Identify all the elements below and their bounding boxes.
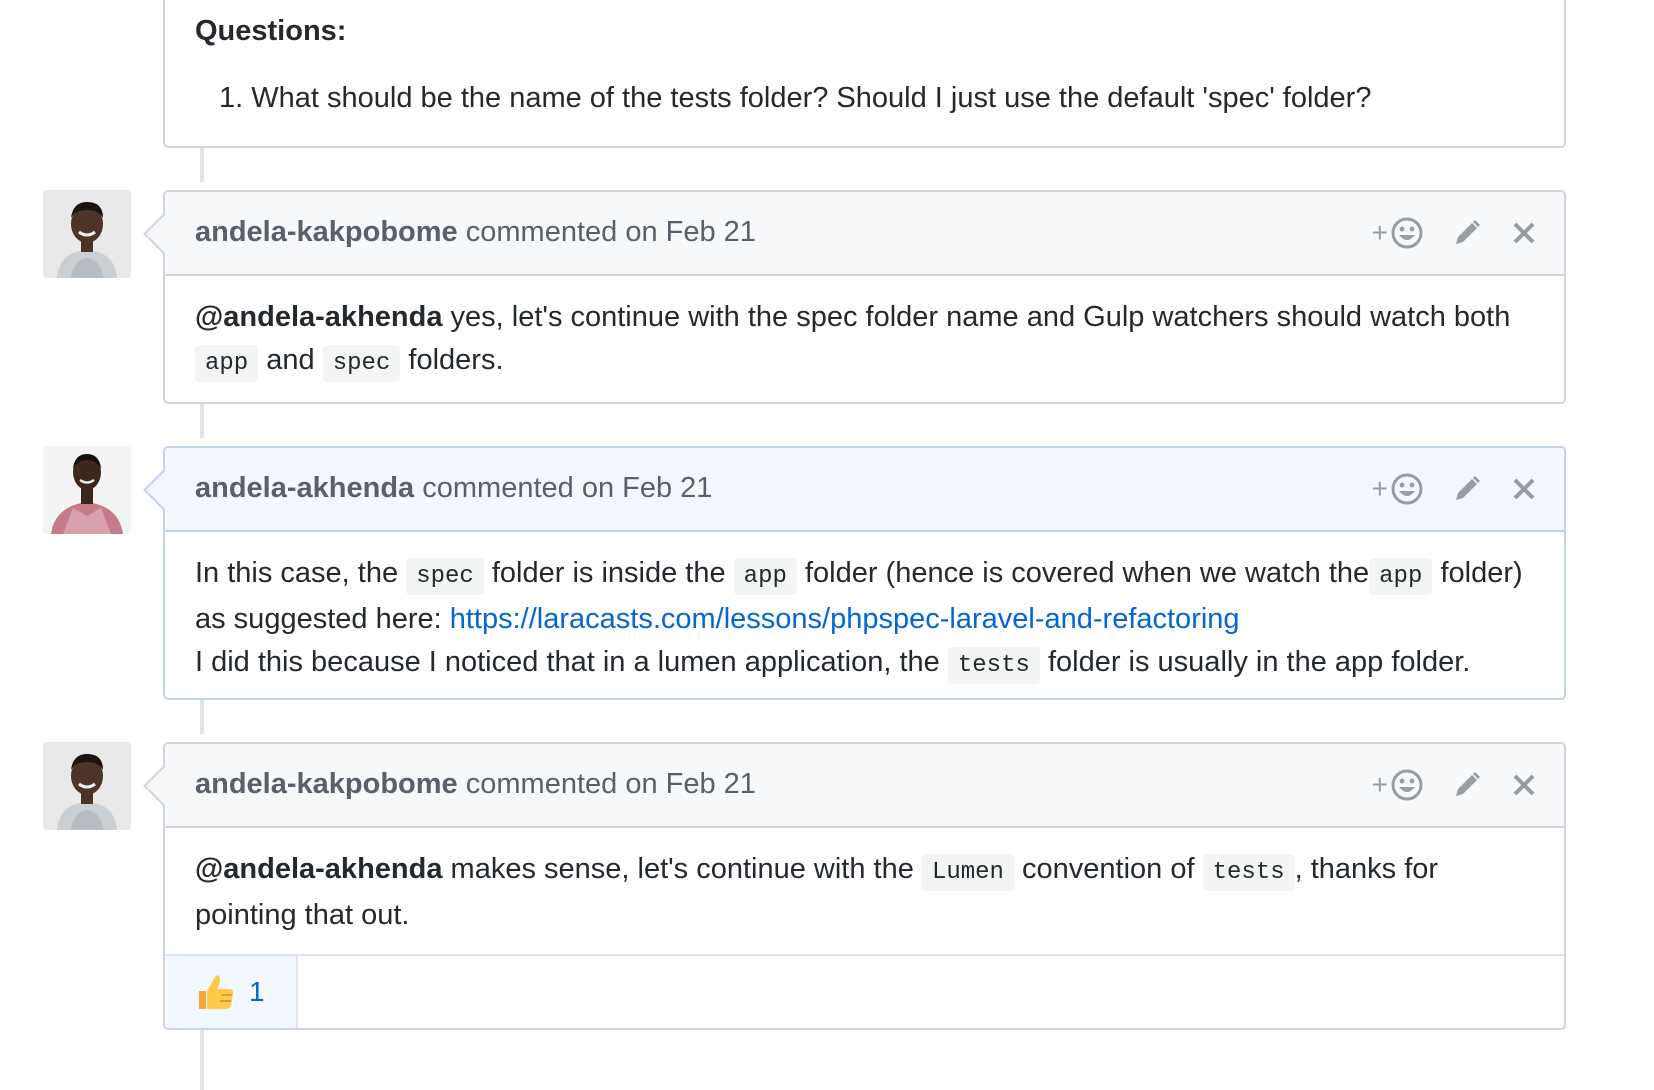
user-mention-link[interactable]: @andela-akhenda bbox=[195, 853, 442, 885]
timeline-connector bbox=[200, 148, 204, 182]
delete-comment-button[interactable] bbox=[1512, 221, 1536, 245]
comment-box-self: andela-akhenda commented on Feb 21 + In … bbox=[143, 446, 1566, 700]
inline-code: Lumen bbox=[921, 854, 1014, 891]
comment-text: folder is inside the bbox=[491, 557, 726, 589]
questions-heading: Questions: bbox=[195, 15, 347, 47]
comment-actions: + bbox=[1372, 764, 1536, 806]
comment-author-link[interactable]: andela-akhenda bbox=[195, 472, 414, 504]
comment-text: yes, let's continue with the spec folder… bbox=[450, 301, 1511, 333]
add-reaction-button[interactable]: + bbox=[1372, 472, 1424, 506]
pencil-icon bbox=[1456, 220, 1480, 244]
list-number: 1. bbox=[219, 82, 244, 114]
reaction-count: 1 bbox=[249, 976, 265, 1007]
comment-header-text: andela-akhenda commented on Feb 21 bbox=[195, 472, 712, 505]
delete-comment-button[interactable] bbox=[1512, 773, 1536, 797]
inline-code: spec bbox=[406, 558, 484, 595]
user-mention-link[interactable]: @andela-akhenda bbox=[195, 301, 442, 333]
question-text: What should be the name of the tests fol… bbox=[251, 82, 1372, 114]
pencil-icon bbox=[1456, 476, 1480, 500]
edit-comment-button[interactable] bbox=[1452, 218, 1482, 248]
comment-text: makes sense, let's continue with the bbox=[450, 853, 914, 885]
smiley-icon bbox=[1391, 217, 1423, 249]
comment-box-previous: Questions: 1. What should be the name of… bbox=[163, 0, 1566, 148]
comment-actions: + bbox=[1372, 212, 1536, 254]
comment-box: andela-kakpobome commented on Feb 21 + @… bbox=[143, 190, 1566, 404]
inline-code: app bbox=[733, 558, 797, 595]
smiley-icon bbox=[1391, 769, 1423, 801]
comment-text: folders. bbox=[408, 344, 504, 376]
comment-box: andela-kakpobome commented on Feb 21 + @… bbox=[143, 742, 1566, 1030]
smiley-icon bbox=[1391, 473, 1423, 505]
question-list-item: 1. What should be the name of the tests … bbox=[195, 77, 1534, 120]
comment-text: folder (hence is covered when we watch t… bbox=[804, 557, 1370, 589]
timeline-connector bbox=[200, 700, 204, 734]
x-icon bbox=[1513, 774, 1535, 796]
comment-header: andela-kakpobome commented on Feb 21 + bbox=[165, 744, 1564, 828]
avatar[interactable] bbox=[43, 742, 131, 830]
comment-header: andela-akhenda commented on Feb 21 + bbox=[165, 448, 1564, 532]
inline-code: spec bbox=[322, 345, 401, 382]
inline-code: app bbox=[195, 345, 259, 382]
timeline-connector bbox=[200, 1026, 204, 1090]
comment-body: Questions: 1. What should be the name of… bbox=[195, 10, 1534, 120]
add-reaction-button[interactable]: + bbox=[1372, 216, 1424, 250]
comment-timestamp[interactable]: commented on Feb 21 bbox=[422, 472, 712, 504]
inline-code: tests bbox=[1202, 854, 1295, 891]
comment-timestamp[interactable]: commented on Feb 21 bbox=[466, 216, 756, 248]
comment-header: andela-kakpobome commented on Feb 21 + bbox=[165, 192, 1564, 276]
thumbs-up-icon bbox=[199, 975, 234, 1009]
x-icon bbox=[1513, 222, 1535, 244]
comment-text: I did this because I noticed that in a l… bbox=[195, 646, 940, 678]
timeline-connector bbox=[200, 404, 204, 438]
comment-text: and bbox=[266, 344, 315, 376]
comment-actions: + bbox=[1372, 468, 1536, 510]
avatar[interactable] bbox=[43, 446, 131, 534]
comment-author-link[interactable]: andela-kakpobome bbox=[195, 768, 458, 800]
edit-comment-button[interactable] bbox=[1452, 474, 1482, 504]
comment-timestamp[interactable]: commented on Feb 21 bbox=[466, 768, 756, 800]
pencil-icon bbox=[1456, 772, 1480, 796]
comment-text: folder is usually in the app folder. bbox=[1047, 646, 1471, 678]
reactions-bar: 1 bbox=[165, 954, 1564, 1028]
inline-code: app bbox=[1369, 558, 1433, 595]
add-reaction-button[interactable]: + bbox=[1372, 768, 1424, 802]
external-link[interactable]: https://laracasts.com/lessons/phpspec-la… bbox=[450, 603, 1240, 635]
comment-body: In this case, the spec folder is inside … bbox=[195, 552, 1534, 687]
comment-text: convention of bbox=[1022, 853, 1195, 885]
comment-body: @andela-akhenda makes sense, let's conti… bbox=[195, 848, 1534, 937]
comment-body: @andela-akhenda yes, let's continue with… bbox=[195, 296, 1534, 385]
avatar[interactable] bbox=[43, 190, 131, 278]
x-icon bbox=[1513, 478, 1535, 500]
edit-comment-button[interactable] bbox=[1452, 770, 1482, 800]
comment-author-link[interactable]: andela-kakpobome bbox=[195, 216, 458, 248]
comment-text: In this case, the bbox=[195, 557, 399, 589]
comment-header-text: andela-kakpobome commented on Feb 21 bbox=[195, 216, 756, 249]
inline-code: tests bbox=[947, 647, 1040, 684]
issue-timeline: Questions: 1. What should be the name of… bbox=[0, 0, 1654, 1090]
comment-header-text: andela-kakpobome commented on Feb 21 bbox=[195, 768, 756, 801]
thumbs-up-reaction-button[interactable]: 1 bbox=[165, 956, 298, 1028]
delete-comment-button[interactable] bbox=[1512, 477, 1536, 501]
